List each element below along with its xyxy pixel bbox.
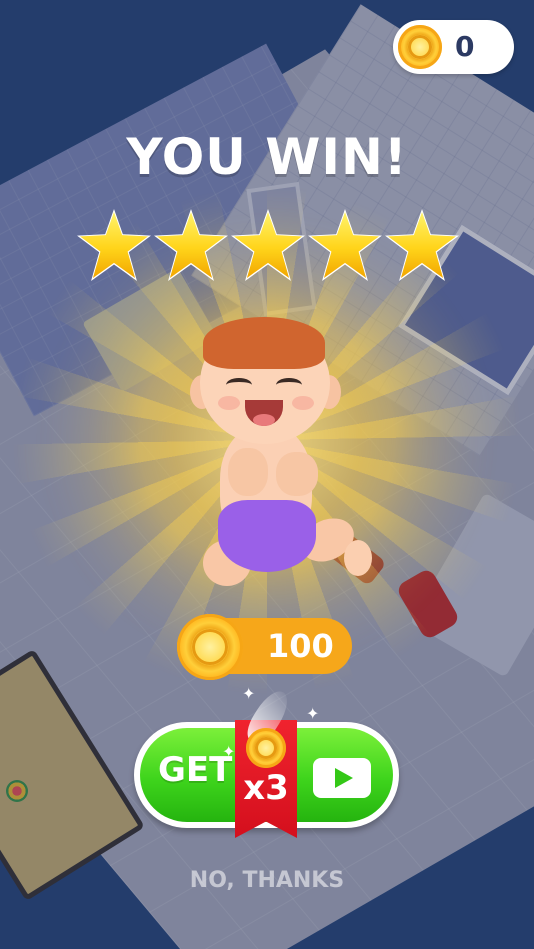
baby-tongue [253,414,275,426]
star-rating [77,209,460,282]
baby-arm-right [276,452,318,496]
gold-coin-icon [246,728,286,768]
sparkle-icon: ✦ [306,704,320,723]
baby-foot-right [344,540,372,576]
baby-cheek-left [218,396,240,410]
gold-coin-icon [398,25,442,69]
gold-coin-icon [177,614,243,680]
reward-pill: 100 [177,614,352,680]
baby-diaper [218,500,316,572]
sparkle-icon: ✦ [242,684,256,703]
baby-eye-left [226,378,252,392]
baby-cheek-right [292,396,314,410]
coin-counter: 0 [393,20,514,74]
coin-count: 0 [455,30,475,63]
baby-arm-left [228,448,268,496]
baby-hair [203,317,325,369]
reward-amount: 100 [267,627,334,665]
win-title: YOU WIN! [126,128,408,186]
no-thanks-button[interactable]: NO, THANKS [0,868,534,893]
baby-eye-right [276,378,302,392]
multiplier-label: x3 [243,768,289,808]
sparkle-icon: ✦ [222,742,236,761]
play-video-icon [313,758,371,798]
